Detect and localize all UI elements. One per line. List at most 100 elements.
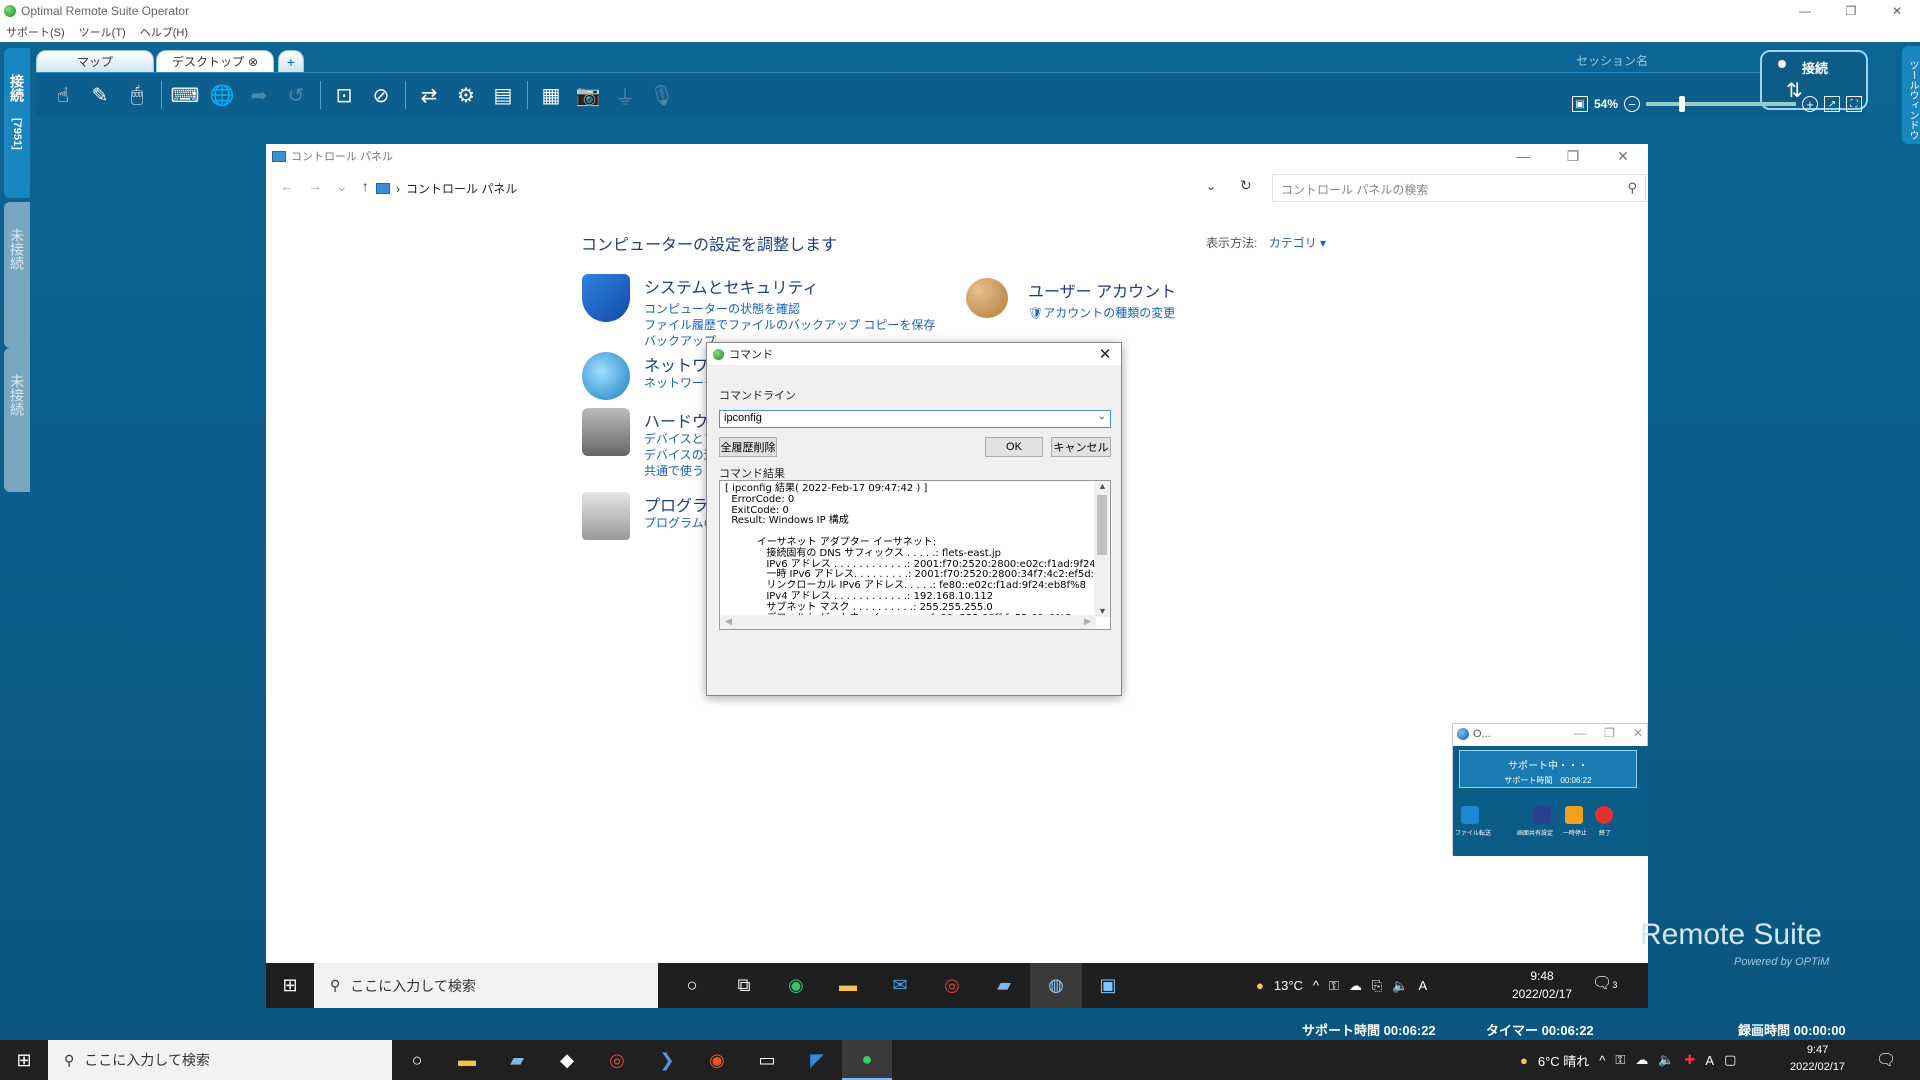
chevron-down-icon[interactable]: ⌄: [1206, 179, 1216, 193]
chevron-down-icon[interactable]: ⌄: [1098, 411, 1106, 422]
powershell-icon[interactable]: ❯: [642, 1040, 692, 1080]
calendar-tray-icon[interactable]: ▢: [1724, 1052, 1736, 1068]
chevron-up-icon[interactable]: ^: [1599, 1053, 1605, 1068]
scroll-left-icon[interactable]: ◀: [725, 616, 732, 627]
minimize-button[interactable]: —: [1782, 0, 1828, 22]
microphone-icon[interactable]: 🎙: [647, 80, 677, 110]
task-view-icon[interactable]: ○: [666, 963, 718, 1008]
category-link[interactable]: ファイル履歴でファイルのバックアップ コピーを保存: [644, 316, 935, 333]
vertical-tab-connected[interactable]: 接続 [7951]: [4, 48, 30, 198]
category-link[interactable]: デバイスの追: [644, 446, 716, 463]
command-input[interactable]: ipconfig ⌄: [719, 410, 1111, 428]
dialog-close-icon[interactable]: ✕: [1089, 343, 1121, 365]
back-icon[interactable]: ←: [280, 178, 294, 195]
task-switch-icon[interactable]: ⧉: [718, 963, 770, 1008]
control-panel-taskbar-icon[interactable]: ▣: [1082, 963, 1134, 1008]
vscode-icon[interactable]: ◤: [792, 1040, 842, 1080]
record-icon[interactable]: ▦: [536, 80, 566, 110]
remote-desktop[interactable]: コントロール パネル — ❐ ✕ ← → ⌄ ↑ › コントロール パネル ⌄ …: [266, 144, 1648, 1008]
view-by-dropdown[interactable]: カテゴリ ▾: [1269, 236, 1326, 250]
mini-close-button[interactable]: ✕: [1633, 726, 1643, 740]
pause-icon[interactable]: [1565, 806, 1583, 824]
zoom-slider[interactable]: [1646, 96, 1797, 112]
zoom-thumb[interactable]: [1679, 96, 1686, 112]
tray-icon[interactable]: ⚿: [1329, 978, 1339, 994]
pointer-icon[interactable]: ☝: [48, 80, 78, 110]
speaker-icon[interactable]: 🔈: [1658, 1052, 1674, 1068]
category-link[interactable]: デバイスとプ: [644, 430, 716, 447]
zoom-out-button[interactable]: −: [1624, 96, 1641, 112]
menu-support[interactable]: サポート(S): [6, 24, 65, 40]
menu-help[interactable]: ヘルプ(H): [140, 24, 188, 40]
end-icon[interactable]: [1595, 806, 1613, 824]
mail-icon[interactable]: ✉: [874, 963, 926, 1008]
vertical-scrollbar[interactable]: ▲ ▼: [1094, 481, 1110, 617]
search-input[interactable]: コントロール パネルの検索 ⚲: [1272, 174, 1646, 202]
command-icon[interactable]: ▤: [488, 80, 518, 110]
mini-restore-button[interactable]: ❐: [1604, 726, 1615, 740]
category-title[interactable]: ユーザー アカウント: [1028, 278, 1176, 302]
screen-share-icon[interactable]: [1533, 806, 1551, 824]
task-view-icon[interactable]: ○: [392, 1040, 442, 1080]
scroll-down-icon[interactable]: ▼: [1098, 606, 1107, 617]
remote-search-box[interactable]: ⚲ ここに入力して検索: [314, 963, 658, 1008]
chrome-icon[interactable]: ◎: [926, 963, 978, 1008]
scroll-up-icon[interactable]: ▲: [1098, 481, 1107, 492]
breadcrumb[interactable]: › コントロール パネル: [376, 180, 517, 197]
usb-icon[interactable]: ⏚: [610, 80, 640, 110]
ok-button[interactable]: OK: [985, 437, 1043, 457]
category-link[interactable]: 共通で使う: [644, 462, 704, 479]
restore-button[interactable]: ❐: [1828, 0, 1874, 22]
cancel-button[interactable]: キャンセル: [1051, 437, 1111, 457]
screen-icon[interactable]: ⊡: [329, 80, 359, 110]
zoom-in-button[interactable]: +: [1802, 96, 1819, 112]
block-icon[interactable]: ⊘: [366, 80, 396, 110]
speaker-icon[interactable]: 🔈: [1392, 978, 1408, 994]
cp-minimize-button[interactable]: —: [1498, 144, 1548, 168]
category-link[interactable]: コンピューターの状態を確認: [644, 300, 800, 317]
http-icon[interactable]: 🌐: [207, 80, 237, 110]
taskbar-search-box[interactable]: ⚲ ここに入力して検索: [48, 1040, 392, 1080]
chevron-up-icon[interactable]: ^: [1313, 978, 1319, 993]
close-button[interactable]: ✕: [1874, 0, 1920, 22]
display-off-icon[interactable]: ▣: [1572, 96, 1588, 112]
menu-tools[interactable]: ツール(T): [79, 24, 126, 40]
file-transfer-icon[interactable]: ⇄: [414, 80, 444, 110]
cp-restore-button[interactable]: ❐: [1548, 144, 1598, 168]
camera-icon[interactable]: 📷: [573, 80, 603, 110]
folder-icon[interactable]: ▬: [442, 1040, 492, 1080]
up-icon[interactable]: ↑: [362, 178, 369, 195]
ime-indicator[interactable]: A: [1419, 978, 1428, 993]
forward-icon[interactable]: →: [308, 178, 322, 195]
app-icon[interactable]: ▰: [978, 963, 1030, 1008]
send-icon[interactable]: ➦: [244, 80, 274, 110]
notification-icon[interactable]: 🗨: [1876, 1050, 1896, 1070]
fullscreen-icon[interactable]: ⛶: [1846, 96, 1863, 112]
edge-icon[interactable]: ◉: [770, 963, 822, 1008]
maps-icon[interactable]: ◆: [542, 1040, 592, 1080]
category-title[interactable]: システムとセキュリティ: [644, 274, 819, 298]
ubuntu-icon[interactable]: ◉: [692, 1040, 742, 1080]
folder-icon[interactable]: ▬: [822, 963, 874, 1008]
notification-icon[interactable]: 🗨3: [1592, 973, 1617, 993]
network-tray-icon[interactable]: ⎘: [1372, 978, 1382, 994]
settings-icon[interactable]: ⚙: [451, 80, 481, 110]
fit-icon[interactable]: ↗: [1824, 96, 1841, 112]
category-link[interactable]: プログラムの: [644, 514, 716, 531]
tab-desktop[interactable]: デスクトップ ⊗: [156, 50, 274, 72]
app-icon[interactable]: ▰: [492, 1040, 542, 1080]
chrome-icon[interactable]: ◎: [592, 1040, 642, 1080]
scroll-right-icon[interactable]: ▶: [1084, 616, 1091, 627]
pen-icon[interactable]: ✎: [85, 80, 115, 110]
recent-icon[interactable]: ⌄: [336, 178, 348, 195]
keyboard-icon[interactable]: ⌨: [170, 80, 200, 110]
category-link[interactable]: 🛡アカウントの種類の変更: [1028, 304, 1175, 321]
windows-start-icon[interactable]: ⊞: [0, 1040, 48, 1080]
terminal-icon[interactable]: ▭: [742, 1040, 792, 1080]
tray-icon[interactable]: ⚿: [1615, 1052, 1625, 1068]
windows-start-icon[interactable]: ⊞: [266, 963, 314, 1008]
clock[interactable]: 9:47 2022/02/17: [1790, 1042, 1845, 1076]
refresh-icon[interactable]: ↻: [1240, 177, 1252, 194]
command-result-output[interactable]: [ ipconfig 結果( 2022-Feb-17 09:47:42 ) ] …: [719, 480, 1111, 630]
tab-map[interactable]: マップ: [36, 50, 154, 72]
